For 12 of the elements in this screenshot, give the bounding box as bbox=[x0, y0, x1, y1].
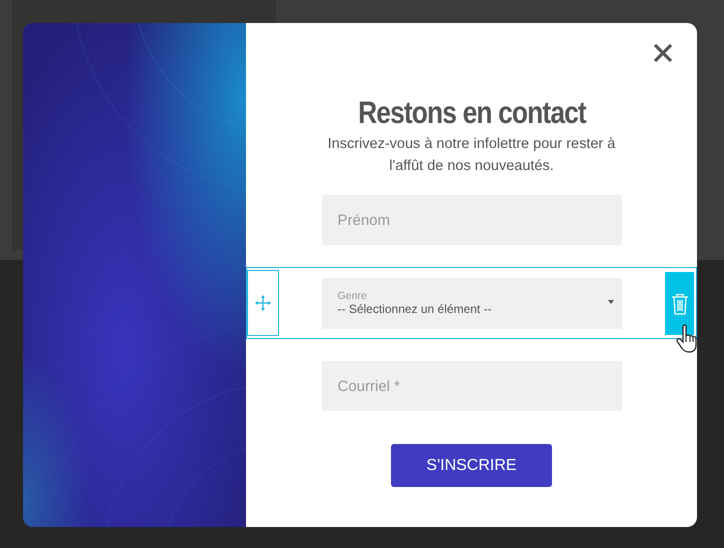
caret-icon bbox=[608, 300, 614, 304]
trash-icon bbox=[670, 292, 688, 314]
input-field[interactable]: Prénom bbox=[322, 195, 622, 245]
drag-handle[interactable] bbox=[247, 270, 279, 336]
input-field[interactable]: Courriel * bbox=[322, 361, 622, 411]
subscribe-button[interactable]: S'INSCRIRE bbox=[391, 444, 552, 487]
close-button[interactable] bbox=[651, 41, 675, 65]
select-field[interactable]: Genre -- Sélectionnez un élément -- bbox=[322, 278, 622, 328]
modal-subtitle: Inscrivez-vous à notre infolettre pour rester à l'affût de nos nouveautés. bbox=[326, 135, 616, 176]
modal-title: Restons en contact bbox=[358, 95, 586, 131]
delete-button[interactable] bbox=[665, 272, 694, 335]
move-icon bbox=[254, 294, 272, 312]
